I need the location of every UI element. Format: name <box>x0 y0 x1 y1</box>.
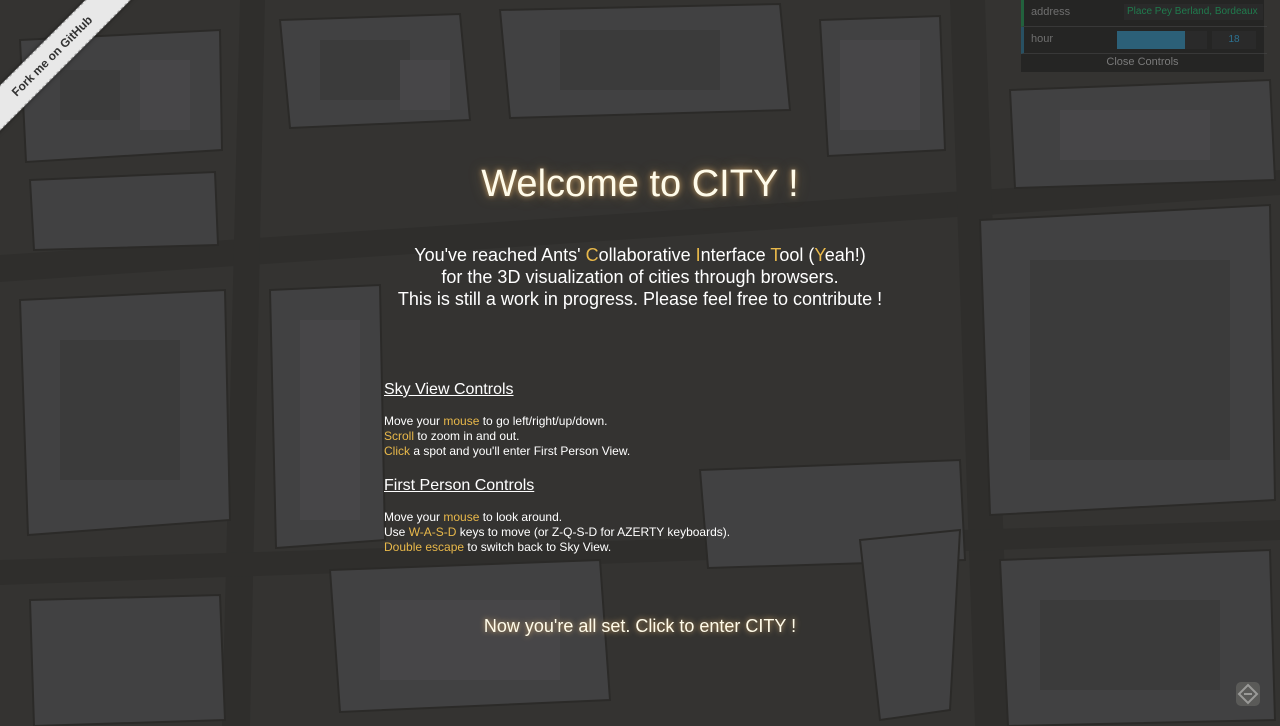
controls-panel: address Place Pey Berland, Bordeaux hour… <box>1021 0 1267 72</box>
address-label: address <box>1031 6 1071 18</box>
first-person-heading: First Person Controls <box>384 477 535 494</box>
first-person-help: First Person Controls Move your mouse to… <box>384 476 904 555</box>
hour-slider-fill <box>1117 31 1185 49</box>
enter-city-link[interactable]: Now you're all set. Click to enter CITY … <box>0 616 1280 637</box>
welcome-title: Welcome to CITY ! <box>481 163 799 205</box>
fp-help-line: Use W-A-S-D keys to move (or Z-Q-S-D for… <box>384 525 904 540</box>
help-text: Use <box>384 525 409 539</box>
key-wasd: W-A-S-D <box>408 525 457 539</box>
intro-line-3: This is still a work in progress. Please… <box>397 289 883 309</box>
github-ribbon-container: Fork me on GitHub <box>0 0 150 150</box>
controls-help: Sky View Controls Move your mouse to go … <box>384 380 904 572</box>
app-logo-icon <box>1236 682 1260 706</box>
help-text: keys to move (or Z-Q-S-D for AZERTY keyb… <box>456 525 731 539</box>
help-text: to go left/right/up/down. <box>479 414 608 428</box>
intro-text-part: eah!) <box>824 245 866 265</box>
hour-control: hour 18 <box>1021 27 1267 54</box>
help-text: to look around. <box>479 510 563 524</box>
acronym-letter-c: C <box>585 245 599 265</box>
intro-line-1: You've reached Ants' Collaborative Inter… <box>380 244 900 266</box>
intro-text: You've reached Ants' Collaborative Inter… <box>380 244 900 310</box>
intro-text-part: nterface <box>700 245 771 265</box>
sky-help-line: Click a spot and you'll enter First Pers… <box>384 444 904 459</box>
hour-slider[interactable] <box>1117 31 1207 49</box>
address-control: address Place Pey Berland, Bordeaux <box>1021 0 1267 27</box>
fp-help-line: Move your mouse to look around. <box>384 510 904 525</box>
key-mouse: mouse <box>443 414 480 428</box>
key-click: Click <box>384 444 410 458</box>
fork-on-github-ribbon[interactable]: Fork me on GitHub <box>0 0 135 139</box>
help-text: Move your <box>384 510 444 524</box>
sky-view-help: Sky View Controls Move your mouse to go … <box>384 380 904 459</box>
sky-help-line: Move your mouse to go left/right/up/down… <box>384 414 904 429</box>
intro-text-part: ool ( <box>779 245 815 265</box>
help-text: a spot and you'll enter First Person Vie… <box>410 444 631 458</box>
hour-label: hour <box>1031 33 1054 45</box>
close-controls-button[interactable]: Close Controls <box>1021 54 1264 72</box>
address-input[interactable]: Place Pey Berland, Bordeaux <box>1124 4 1263 20</box>
acronym-letter-t: T <box>770 245 780 265</box>
acronym-letter-y: Y <box>814 245 825 265</box>
sky-help-line: Scroll to zoom in and out. <box>384 429 904 444</box>
intro-text-part: You've reached Ants' <box>414 245 586 265</box>
key-double-escape: Double escape <box>384 540 465 554</box>
help-text: to switch back to Sky View. <box>464 540 612 554</box>
help-text: Move your <box>384 414 444 428</box>
hour-value-input[interactable]: 18 <box>1212 31 1256 49</box>
key-scroll: Scroll <box>384 429 415 443</box>
sky-view-heading: Sky View Controls <box>384 381 514 398</box>
help-text: to zoom in and out. <box>414 429 520 443</box>
intro-text-part: ollaborative <box>598 245 696 265</box>
intro-line-2: for the 3D visualization of cities throu… <box>441 267 839 287</box>
key-mouse: mouse <box>443 510 480 524</box>
fp-help-line: Double escape to switch back to Sky View… <box>384 540 904 555</box>
